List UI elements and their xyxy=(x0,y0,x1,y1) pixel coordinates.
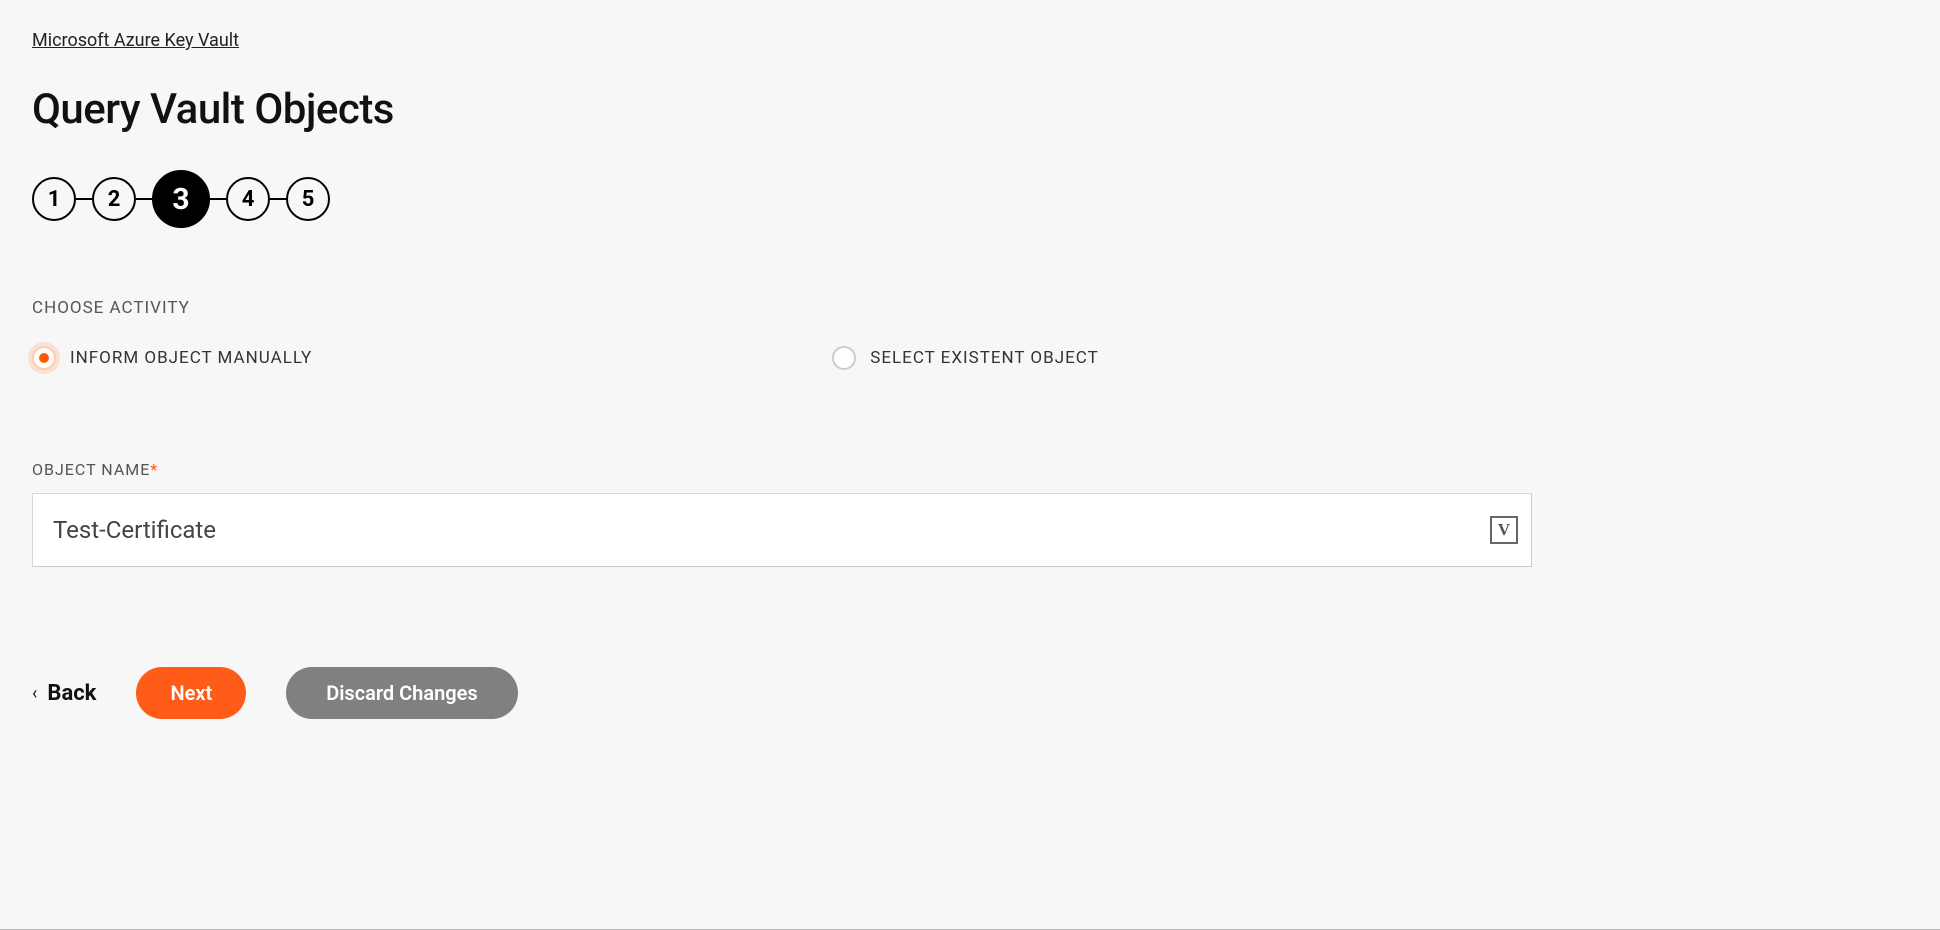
back-button-label: Back xyxy=(47,681,96,706)
radio-icon xyxy=(32,346,56,370)
step-separator xyxy=(210,198,226,200)
choose-activity-label: CHOOSE ACTIVITY xyxy=(32,298,1908,318)
step-1[interactable]: 1 xyxy=(32,177,76,221)
step-5[interactable]: 5 xyxy=(286,177,330,221)
radio-inform-manual[interactable]: INFORM OBJECT MANUALLY xyxy=(32,346,312,370)
back-button[interactable]: ‹ Back xyxy=(32,681,96,706)
radio-label: INFORM OBJECT MANUALLY xyxy=(70,348,312,368)
radio-dot-icon xyxy=(39,353,49,363)
footer-actions: ‹ Back Next Discard Changes xyxy=(32,667,1908,719)
chevron-left-icon: ‹ xyxy=(32,683,37,704)
step-separator xyxy=(136,198,152,200)
radio-icon xyxy=(832,346,856,370)
page-title: Query Vault Objects xyxy=(32,85,1908,134)
step-3[interactable]: 3 xyxy=(152,170,210,228)
object-name-label: OBJECT NAME* xyxy=(32,460,1908,479)
object-name-field-wrap: V xyxy=(32,493,1532,567)
radio-label: SELECT EXISTENT OBJECT xyxy=(870,348,1098,368)
breadcrumb-link[interactable]: Microsoft Azure Key Vault xyxy=(32,30,239,51)
required-indicator: * xyxy=(150,460,158,479)
next-button[interactable]: Next xyxy=(136,667,246,719)
activity-radio-group: INFORM OBJECT MANUALLY SELECT EXISTENT O… xyxy=(32,346,1908,370)
object-name-input[interactable] xyxy=(32,493,1532,567)
step-2[interactable]: 2 xyxy=(92,177,136,221)
variable-icon[interactable]: V xyxy=(1490,516,1518,544)
object-name-label-text: OBJECT NAME xyxy=(32,460,150,479)
stepper: 1 2 3 4 5 xyxy=(32,170,330,228)
step-separator xyxy=(270,198,286,200)
radio-select-existent[interactable]: SELECT EXISTENT OBJECT xyxy=(832,346,1098,370)
step-4[interactable]: 4 xyxy=(226,177,270,221)
discard-changes-button[interactable]: Discard Changes xyxy=(286,667,518,719)
step-separator xyxy=(76,198,92,200)
